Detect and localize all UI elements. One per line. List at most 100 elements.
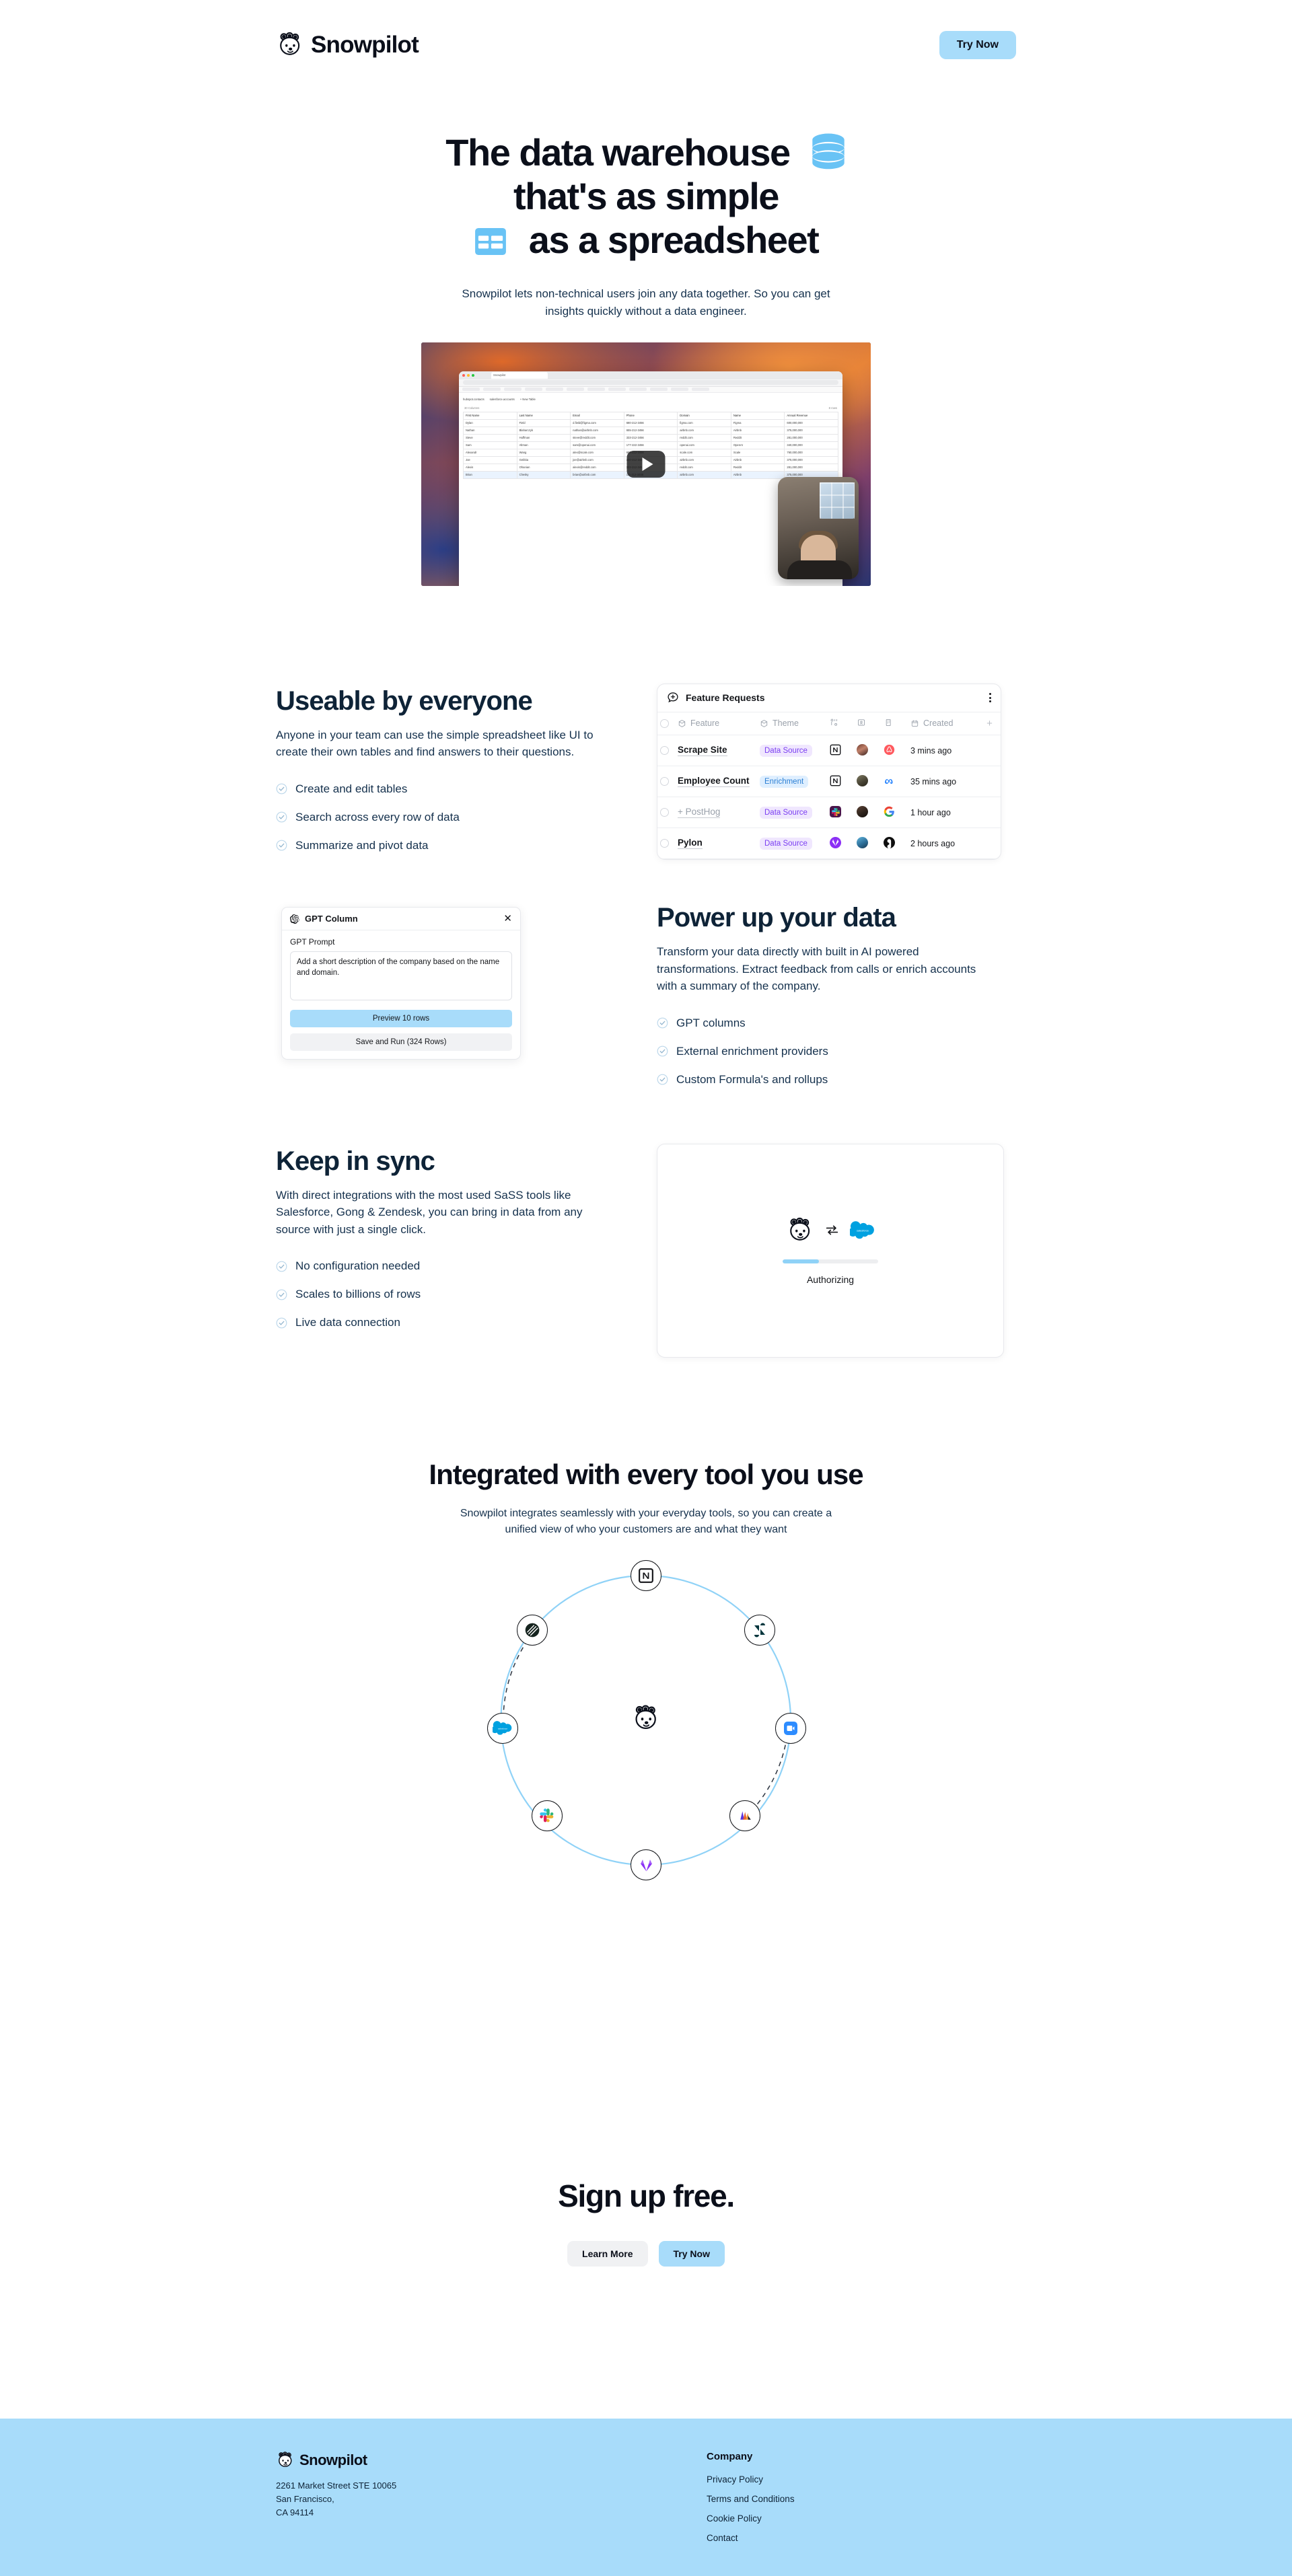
header-try-now-button[interactable]: Try Now bbox=[939, 30, 1016, 59]
column-header-person[interactable] bbox=[854, 712, 881, 736]
hero-section: The data warehouse that's as simple as a… bbox=[0, 84, 1292, 586]
check-circle-icon bbox=[657, 1074, 668, 1085]
cell-company bbox=[881, 827, 908, 860]
save-and-run-button[interactable]: Save and Run (324 Rows) bbox=[290, 1033, 512, 1052]
row-select-cell[interactable] bbox=[657, 797, 675, 829]
feature-requests-header: Feature Requests bbox=[657, 684, 1001, 712]
integration-node-gong[interactable] bbox=[729, 1800, 760, 1832]
footer-link-terms-and-conditions[interactable]: Terms and Conditions bbox=[707, 2494, 795, 2504]
signup-buttons: Learn More Try Now bbox=[0, 2241, 1292, 2267]
integration-node-notion[interactable] bbox=[631, 1560, 661, 1592]
table-row: Steve Huffman steve@reddit.com 333-212-3456… bbox=[463, 433, 838, 442]
integration-node-zoom[interactable] bbox=[775, 1713, 806, 1744]
demo-grid-header-row: First Name Last Name Email Phone Domain … bbox=[463, 411, 838, 420]
select-all-checkbox[interactable] bbox=[660, 719, 669, 728]
footer-link-privacy-policy[interactable]: Privacy Policy bbox=[707, 2474, 795, 2485]
row-select-cell[interactable] bbox=[657, 827, 675, 860]
close-icon[interactable]: ✕ bbox=[503, 914, 512, 924]
salesforce-icon: salesforce bbox=[493, 1721, 512, 1735]
gpt-prompt-label: GPT Prompt bbox=[290, 937, 335, 947]
hero-title-text-3: as a spreadsheet bbox=[528, 218, 820, 261]
signup-try-now-button[interactable]: Try Now bbox=[658, 2241, 725, 2267]
demo-col-4: Domain bbox=[677, 411, 731, 420]
footer-link-cookie-policy[interactable]: Cookie Policy bbox=[707, 2513, 795, 2524]
power-check-list: GPT columns External enrichment provider… bbox=[657, 1017, 1007, 1087]
cell-company bbox=[881, 735, 908, 767]
column-header-feature[interactable]: Feature bbox=[675, 712, 757, 736]
integration-node-zendesk[interactable] bbox=[744, 1615, 775, 1646]
feature-requests-table: Feature Theme Created + Scrape Site Data… bbox=[657, 712, 1001, 860]
cell-tool bbox=[827, 797, 854, 829]
feature-name[interactable]: Employee Count bbox=[678, 776, 750, 788]
section-heading: Useable by everyone bbox=[276, 686, 533, 716]
sync-text-column: Keep in sync With direct integrations wi… bbox=[276, 1144, 626, 1330]
app-column-bar: 30 Columns 8 rows bbox=[463, 404, 838, 412]
zoom-icon bbox=[784, 1722, 797, 1736]
gpt-column-card: GPT Column ✕ GPT Prompt Preview 10 rows … bbox=[281, 907, 521, 1060]
feature-name[interactable]: Scrape Site bbox=[678, 745, 727, 757]
integration-node-snowflake[interactable] bbox=[517, 1615, 548, 1646]
cell-created: 3 mins ago bbox=[908, 735, 984, 767]
play-button-icon[interactable] bbox=[626, 450, 666, 478]
sync-card-column: salesforce Authorizing bbox=[657, 1143, 1007, 1358]
status-badge: Data Source bbox=[760, 806, 812, 819]
avatar bbox=[857, 774, 868, 786]
brand-logo-link[interactable]: Snowpilot bbox=[276, 31, 419, 59]
gpt-column-body: GPT Prompt Preview 10 rows Save and Run … bbox=[282, 930, 520, 1059]
slack-icon bbox=[830, 805, 841, 817]
table-row: Sam Altman sam@openai.com 177-222-3456 opena… bbox=[463, 441, 838, 449]
row-select-cell[interactable] bbox=[657, 766, 675, 798]
check-circle-icon bbox=[276, 1261, 287, 1272]
footer-column-title: Company bbox=[707, 2451, 753, 2462]
column-header-company[interactable] bbox=[881, 712, 908, 736]
table-row: Pylon Data Source 2 hours ago bbox=[657, 827, 1001, 860]
feature-name[interactable]: + PostHog bbox=[678, 807, 721, 819]
section-integrations: Integrated with every tool you use Snowp… bbox=[0, 1358, 1292, 1882]
snowflake-dark-icon bbox=[525, 1623, 540, 1637]
gpt-prompt-input[interactable] bbox=[290, 951, 512, 1001]
row-checkbox[interactable] bbox=[660, 808, 669, 817]
snowpilot-bear-logo-icon bbox=[279, 2452, 292, 2467]
airbnb-icon bbox=[884, 744, 895, 755]
status-badge: Enrichment bbox=[760, 775, 809, 788]
orbit-center-logo bbox=[631, 1704, 661, 1737]
avatar bbox=[857, 743, 868, 756]
notion-icon bbox=[830, 775, 841, 786]
row-select-cell[interactable] bbox=[657, 735, 675, 767]
presenter-webcam bbox=[778, 476, 859, 579]
hero-title-text-1: The data warehouse bbox=[445, 131, 791, 174]
progress-fill bbox=[783, 1259, 819, 1263]
footer-link-contact[interactable]: Contact bbox=[707, 2533, 795, 2543]
learn-more-button[interactable]: Learn More bbox=[567, 2241, 648, 2267]
cell-tool bbox=[827, 735, 854, 767]
list-item: External enrichment providers bbox=[657, 1045, 1007, 1058]
feature-name[interactable]: Pylon bbox=[678, 838, 703, 850]
row-checkbox[interactable] bbox=[660, 746, 669, 756]
section-heading: Power up your data bbox=[657, 903, 896, 933]
cell-tool bbox=[827, 827, 854, 860]
signup-heading: Sign up free. bbox=[558, 2178, 735, 2214]
integration-node-salesforce[interactable]: salesforce bbox=[487, 1713, 518, 1744]
cell-theme: Enrichment bbox=[757, 766, 827, 798]
integration-node-slack[interactable] bbox=[532, 1800, 563, 1832]
row-checkbox[interactable] bbox=[660, 839, 669, 848]
cell-created: 1 hour ago bbox=[908, 797, 984, 829]
row-checkbox[interactable] bbox=[660, 777, 669, 786]
column-header-theme[interactable]: Theme bbox=[757, 712, 827, 736]
add-column-button[interactable]: + bbox=[984, 712, 1001, 736]
feature-requests-card: Feature Requests Feature Theme Created +… bbox=[657, 683, 1001, 860]
check-label: GPT columns bbox=[676, 1016, 746, 1029]
column-header-connector[interactable] bbox=[827, 712, 854, 736]
integrations-heading: Integrated with every tool you use bbox=[429, 1458, 863, 1490]
footer-brand[interactable]: Snowpilot bbox=[276, 2451, 707, 2470]
three-dots-menu-icon[interactable] bbox=[989, 693, 991, 703]
check-label: External enrichment providers bbox=[676, 1044, 828, 1058]
select-all-cell[interactable] bbox=[657, 712, 675, 736]
demo-video-player[interactable]: Snowpilot hubspot.contacts salesforce.ac… bbox=[421, 342, 871, 586]
demo-col-3: Phone bbox=[623, 411, 678, 420]
integration-node-gitlab[interactable] bbox=[631, 1849, 661, 1881]
cell-feature: Scrape Site bbox=[675, 735, 757, 767]
preview-rows-button[interactable]: Preview 10 rows bbox=[290, 1010, 512, 1028]
site-footer: Snowpilot 2261 Market Street STE 10065 S… bbox=[0, 2419, 1292, 2576]
column-header-created[interactable]: Created bbox=[908, 712, 984, 736]
